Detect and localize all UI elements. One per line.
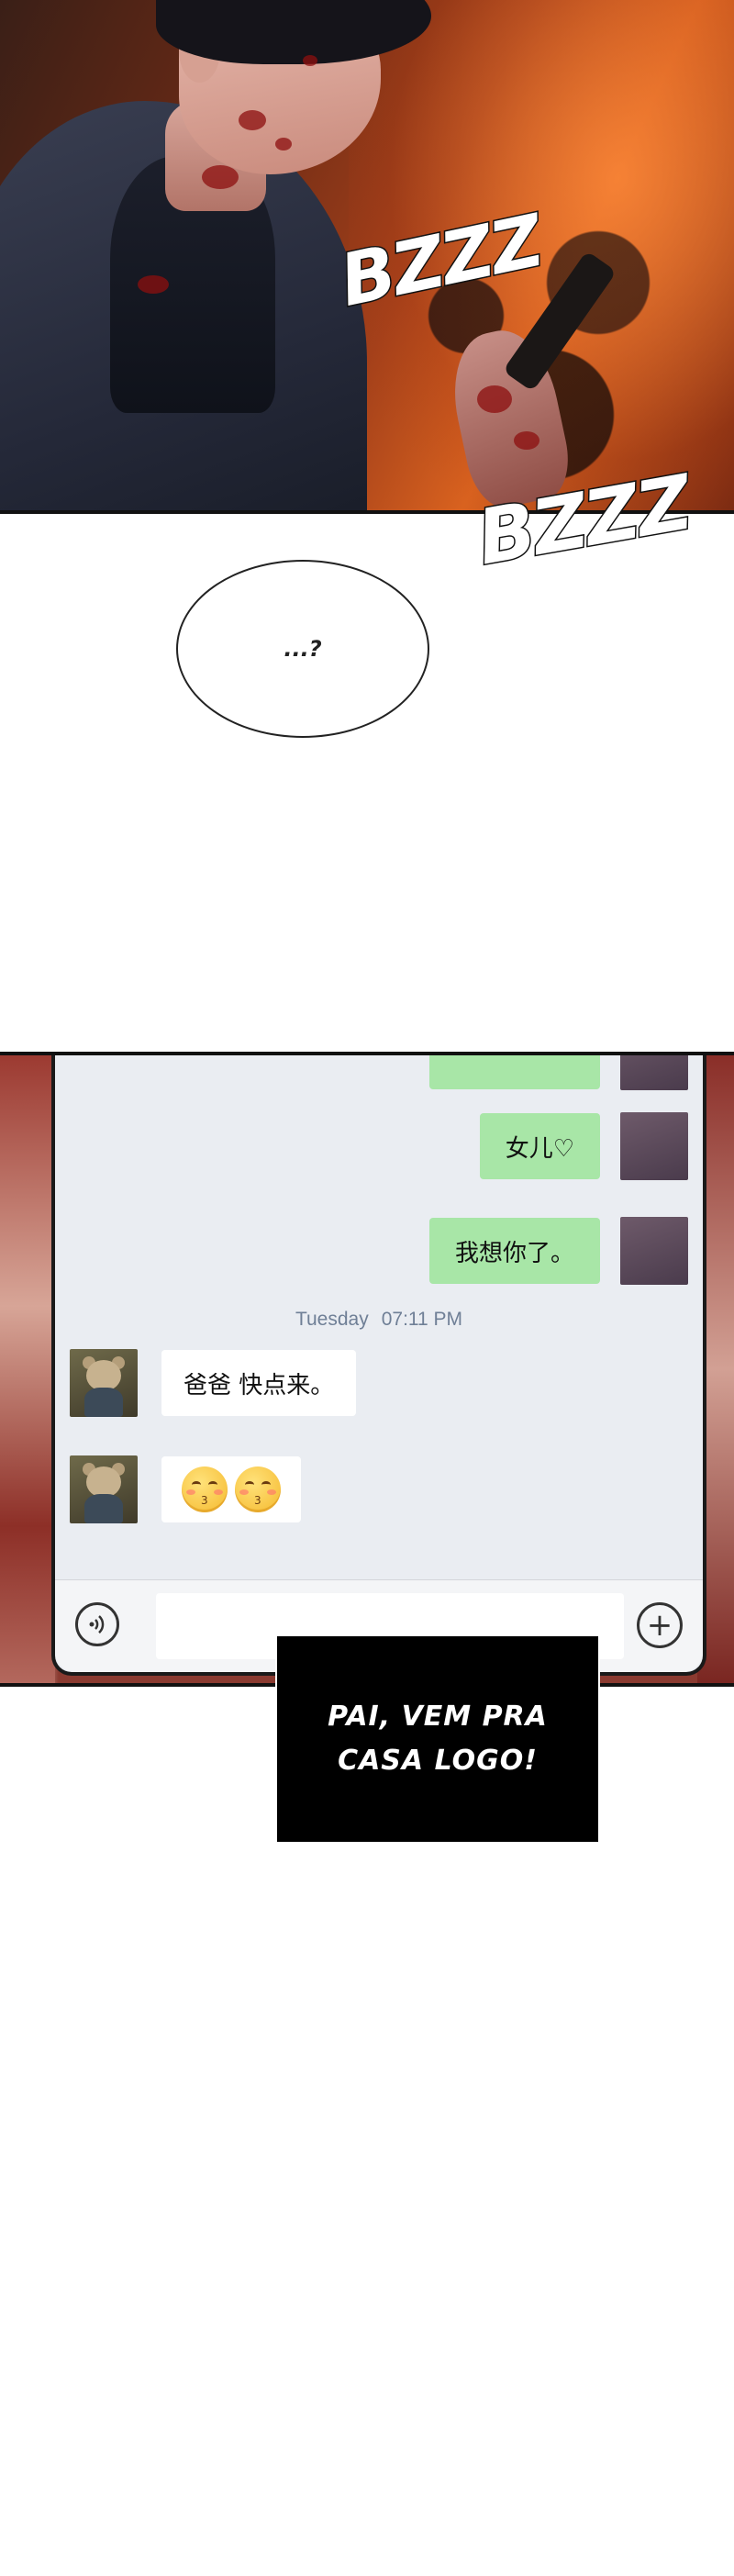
bloody-hand-left: [0, 1055, 55, 1683]
blood-splatter: [275, 138, 292, 151]
self-avatar[interactable]: [620, 1217, 688, 1285]
blood-splatter: [138, 275, 169, 294]
contact-avatar-teddy-bear[interactable]: [70, 1455, 138, 1523]
phone-chat-panel: 女儿♡ 我想你了。 Tuesday 07:11 PM 爸爸 快点来。 3 3 +: [0, 1052, 734, 1687]
blood-splatter: [202, 165, 239, 189]
self-avatar[interactable]: [620, 1055, 688, 1090]
kissing-face-icon: 3: [182, 1466, 228, 1512]
translation-caption-box: PAI, VEM PRA CASA LOGO!: [275, 1634, 600, 1844]
voice-message-icon[interactable]: [75, 1602, 119, 1646]
outgoing-message-bubble[interactable]: 女儿♡: [479, 1113, 600, 1179]
kissing-face-icon: 3: [235, 1466, 281, 1512]
blood-splatter: [477, 385, 512, 413]
outgoing-bubble-partial: [429, 1055, 600, 1089]
timestamp-day: Tuesday: [295, 1309, 369, 1330]
self-avatar[interactable]: [620, 1112, 688, 1180]
incoming-emoji-bubble[interactable]: 3 3: [161, 1456, 301, 1522]
speech-bubble-text: ...?: [284, 636, 322, 662]
chat-row-outgoing: 我想你了。: [428, 1217, 688, 1285]
chat-timestamp: Tuesday 07:11 PM: [55, 1309, 703, 1331]
timestamp-time: 07:11 PM: [381, 1309, 463, 1330]
outgoing-message-bubble[interactable]: 我想你了。: [428, 1218, 600, 1284]
caption-line-2: CASA LOGO!: [338, 1745, 538, 1777]
blood-splatter: [514, 431, 539, 450]
blood-splatter: [239, 110, 266, 130]
chat-row-incoming: 爸爸 快点来。: [70, 1349, 357, 1417]
top-art-panel: BZZZ: [0, 0, 734, 514]
chat-screen: 女儿♡ 我想你了。 Tuesday 07:11 PM 爸爸 快点来。 3 3 +: [51, 1055, 706, 1676]
chat-row-outgoing: 女儿♡: [479, 1112, 688, 1180]
speech-bubble: ...?: [176, 560, 429, 738]
incoming-message-bubble[interactable]: 爸爸 快点来。: [161, 1350, 357, 1416]
add-attachment-icon[interactable]: +: [637, 1602, 683, 1648]
caption-line-1: PAI, VEM PRA: [328, 1701, 548, 1733]
contact-avatar-teddy-bear[interactable]: [70, 1349, 138, 1417]
chat-row-incoming: 3 3: [70, 1455, 301, 1523]
chat-row-partial: [429, 1055, 688, 1090]
blood-splatter: [303, 55, 317, 66]
sound-waves-icon: [89, 1615, 105, 1634]
